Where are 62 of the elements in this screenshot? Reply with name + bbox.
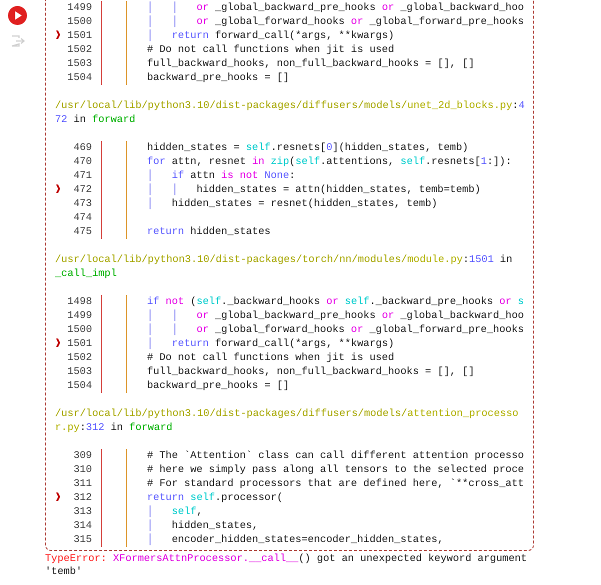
line-number: 1502	[67, 351, 92, 365]
code-line: backward_pre_hooks = []	[147, 71, 290, 85]
line-number: 1504	[67, 379, 92, 393]
code-line: for attn, resnet in zip(self.attentions, self.resnets[1:]):	[147, 155, 512, 169]
code-line: # For standard processors that are defined here, `**cross_att	[147, 477, 524, 491]
code-line: │ │ hidden_states = attn(hidden_states, temb=temb)	[147, 183, 481, 197]
run-icon[interactable]	[8, 6, 27, 25]
code-line: │ hidden_states = resnet(hidden_states, temb)	[147, 197, 438, 211]
error-message: TypeError: XFormersAttnProcessor.__call__() got an unexpected keyword argument 'temb'	[45, 553, 528, 579]
code-line: │ if attn is not None:	[147, 169, 296, 183]
line-number: 1501	[67, 337, 92, 351]
line-number: 1504	[67, 71, 92, 85]
file-location: /usr/local/lib/python3.10/dist-packages/diffusers/models/attention_processor.py:312 in forward	[55, 407, 520, 435]
code-line: return hidden_states	[147, 225, 271, 239]
code-line: # Do not call functions when jit is used	[147, 43, 394, 57]
line-number: 313	[73, 505, 92, 519]
line-number: 315	[73, 533, 92, 547]
code-line: │ │ or _global_backward_pre_hooks or _global_backward_hoo	[147, 309, 524, 323]
code-line: full_backward_hooks, non_full_backward_hooks = [], []	[147, 57, 474, 71]
line-number: 1498	[67, 295, 92, 309]
line-number: 310	[73, 463, 92, 477]
line-number: 1502	[67, 43, 92, 57]
code-line: │ │ or _global_forward_hooks or _global_forward_pre_hooks	[147, 323, 524, 337]
current-line-marker: ❱	[55, 491, 62, 505]
code-line: backward_pre_hooks = []	[147, 379, 290, 393]
code-line: │ return forward_call(*args, **kwargs)	[147, 337, 394, 351]
line-number: 1503	[67, 365, 92, 379]
code-line: return self.processor(	[147, 491, 283, 505]
code-line: full_backward_hooks, non_full_backward_hooks = [], []	[147, 365, 474, 379]
line-number: 1499	[67, 309, 92, 323]
line-number: 469	[73, 141, 92, 155]
line-number: 1503	[67, 57, 92, 71]
current-line-marker: ❱	[55, 29, 62, 43]
code-line: │ │ or _global_backward_pre_hooks or _global_backward_hoo	[147, 1, 524, 15]
line-number: 1501	[67, 29, 92, 43]
file-location: /usr/local/lib/python3.10/dist-packages/diffusers/models/unet_2d_blocks.py:472 in forward	[55, 99, 526, 127]
file-location: /usr/local/lib/python3.10/dist-packages/torch/nn/modules/module.py:1501 in _call_impl	[55, 253, 514, 281]
code-line: │ encoder_hidden_states=encoder_hidden_states,	[147, 533, 444, 547]
line-number: 472	[73, 183, 92, 197]
line-number: 474	[73, 211, 92, 225]
line-number: 473	[73, 197, 92, 211]
line-number: 311	[73, 477, 92, 491]
code-line: # here we simply pass along all tensors to the selected proce	[147, 463, 524, 477]
current-line-marker: ❱	[55, 183, 62, 197]
line-number: 471	[73, 169, 92, 183]
line-number: 1500	[67, 15, 92, 29]
line-number: 1500	[67, 323, 92, 337]
line-number: 309	[73, 449, 92, 463]
current-line-marker: ❱	[55, 337, 62, 351]
code-line: # Do not call functions when jit is used	[147, 351, 394, 365]
line-number: 475	[73, 225, 92, 239]
line-number: 470	[73, 155, 92, 169]
code-line: │ self,	[147, 505, 203, 519]
code-line: # The `Attention` class can call different attention processo	[147, 449, 524, 463]
code-line: │ │ or _global_forward_hooks or _global_forward_pre_hooks	[147, 15, 524, 29]
code-line: if not (self._backward_hooks or self._backward_pre_hooks or s	[147, 295, 524, 309]
code-line: hidden_states = self.resnets[0](hidden_states, temb)	[147, 141, 468, 155]
line-number: 1499	[67, 1, 92, 15]
line-number: 314	[73, 519, 92, 533]
code-line: │ return forward_call(*args, **kwargs)	[147, 29, 394, 43]
line-number: 312	[73, 491, 92, 505]
code-line: │ hidden_states,	[147, 519, 258, 533]
